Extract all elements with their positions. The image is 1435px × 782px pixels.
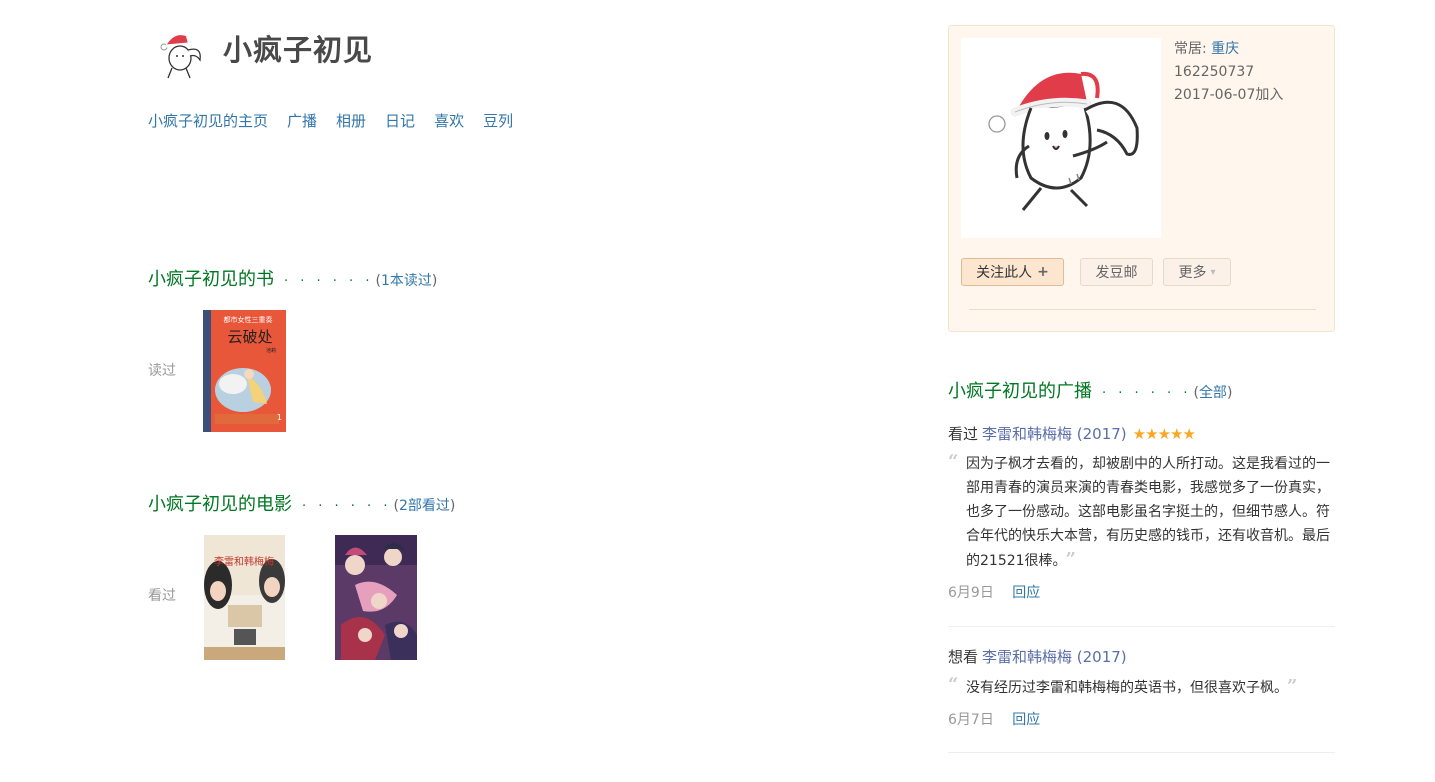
broadcast-subject-link[interactable]: 李雷和韩梅梅 (2017) [982,646,1127,667]
more-button[interactable]: 更多 ▾ [1163,258,1231,286]
broadcast-action: 看过 [948,425,979,443]
broadcast-comment-text: 因为子枫才去看的，却被剧中的人所打动。这是我看过的一部用青春的演员来演的青春类电… [966,456,1330,569]
broadcasts-title: 小疯子初见的广播 [948,381,1092,402]
rating-stars-icon: ★★★★★ [1132,424,1196,443]
book-cover[interactable]: 都市女性三重奏 云破处 池莉 1 [203,310,286,432]
nav-home[interactable]: 小疯子初见的主页 [148,110,268,131]
chevron-down-icon: ▾ [1210,266,1216,278]
profile-avatar[interactable] [961,38,1161,238]
broadcasts-all-link[interactable]: 全部 [1199,385,1227,401]
join-date: 2017-06-07加入 [1174,87,1284,103]
books-read-label: 读过 [148,363,176,379]
movie-cover-title: 李雷和韩梅梅 [214,555,274,568]
book-cover-title: 云破处 [227,328,272,346]
user-id: 162250737 [1174,64,1255,80]
broadcast-subject-link[interactable]: 李雷和韩梅梅 (2017) [982,423,1127,444]
nav-broadcast[interactable]: 广播 [287,110,317,131]
follow-button[interactable]: 关注此人 + [961,258,1064,286]
books-count-link[interactable]: 1本读过 [381,273,432,289]
open-quote-icon: “ [948,674,959,695]
plus-icon: + [1037,264,1049,280]
broadcast-comment: “ 没有经历过李雷和韩梅梅的英语书，但很喜欢子枫。 ” [948,674,1335,700]
svg-text:1: 1 [277,413,282,422]
user-avatar-small[interactable] [152,26,208,82]
movies-dots: · · · · · · [302,499,392,514]
more-button-label: 更多 [1178,265,1207,281]
user-name: 小疯子初见 [223,33,374,67]
nav-photos[interactable]: 相册 [336,110,366,131]
books-title: 小疯子初见的书 [148,269,274,290]
books-dots: · · · · · · [284,274,374,289]
residence-city-link[interactable]: 重庆 [1211,41,1239,57]
movies-paren-close: ) [449,498,456,514]
broadcasts-all: (全部) [1193,382,1232,402]
movies-count-link[interactable]: 2部看过 [399,498,450,514]
profile-card: 常居: 重庆 162250737 2017-06-07加入 关注此人 + 发豆邮… [948,25,1335,332]
books-paren-close: ) [431,273,438,289]
movies-watched-label: 看过 [148,588,176,604]
book-cover-author: 池莉 [266,347,276,354]
profile-nav: 小疯子初见的主页 广播 相册 日记 喜欢 豆列 [148,110,532,131]
follow-button-label: 关注此人 [976,265,1033,281]
nav-diary[interactable]: 日记 [385,110,415,131]
nav-likes[interactable]: 喜欢 [434,110,464,131]
book-cover-series: 都市女性三重奏 [224,315,273,324]
broadcasts-paren-close: ) [1226,385,1233,401]
broadcasts-dots: · · · · · · [1102,386,1192,401]
reply-link[interactable]: 回应 [1012,585,1040,601]
broadcast-comment-text: 没有经历过李雷和韩梅梅的英语书，但很喜欢子枫。 [966,680,1281,696]
broadcast-divider [948,626,1335,627]
open-quote-icon: “ [948,451,959,472]
send-mail-button[interactable]: 发豆邮 [1080,258,1153,286]
broadcast-date: 6月7日 [948,712,994,728]
movies-count: (2部看过) [393,495,455,515]
broadcast-item: 想看 李雷和韩梅梅 (2017) “ 没有经历过李雷和韩梅梅的英语书，但很喜欢子… [948,646,1335,729]
close-quote-icon: ” [1065,549,1076,570]
books-count: (1本读过) [375,270,437,290]
broadcast-item: 看过 李雷和韩梅梅 (2017) ★★★★★ “ 因为子枫才去看的，却被剧中的人… [948,423,1335,602]
broadcast-date: 6月9日 [948,585,994,601]
books-section-title: 小疯子初见的书 · · · · · · (1本读过) [148,265,437,291]
residence-row: 常居: 重庆 [1174,38,1283,61]
movie-cover-1[interactable]: 李雷和韩梅梅 [204,535,285,660]
residence-label: 常居: [1174,41,1207,57]
broadcast-comment: “ 因为子枫才去看的，却被剧中的人所打动。这是我看过的一部用青春的演员来演的青春… [948,451,1335,573]
nav-doulist[interactable]: 豆列 [483,110,513,131]
broadcasts-section-title: 小疯子初见的广播 · · · · · · (全部) [948,377,1232,403]
movies-title: 小疯子初见的电影 [148,494,292,515]
movie-cover-2[interactable] [335,535,417,660]
broadcast-divider [948,752,1335,753]
broadcast-action: 想看 [948,648,979,666]
movies-section-title: 小疯子初见的电影 · · · · · · (2部看过) [148,490,455,516]
reply-link[interactable]: 回应 [1012,712,1040,728]
close-quote-icon: ” [1287,676,1298,697]
profile-info: 常居: 重庆 162250737 2017-06-07加入 [1174,38,1283,107]
card-divider [969,309,1316,310]
